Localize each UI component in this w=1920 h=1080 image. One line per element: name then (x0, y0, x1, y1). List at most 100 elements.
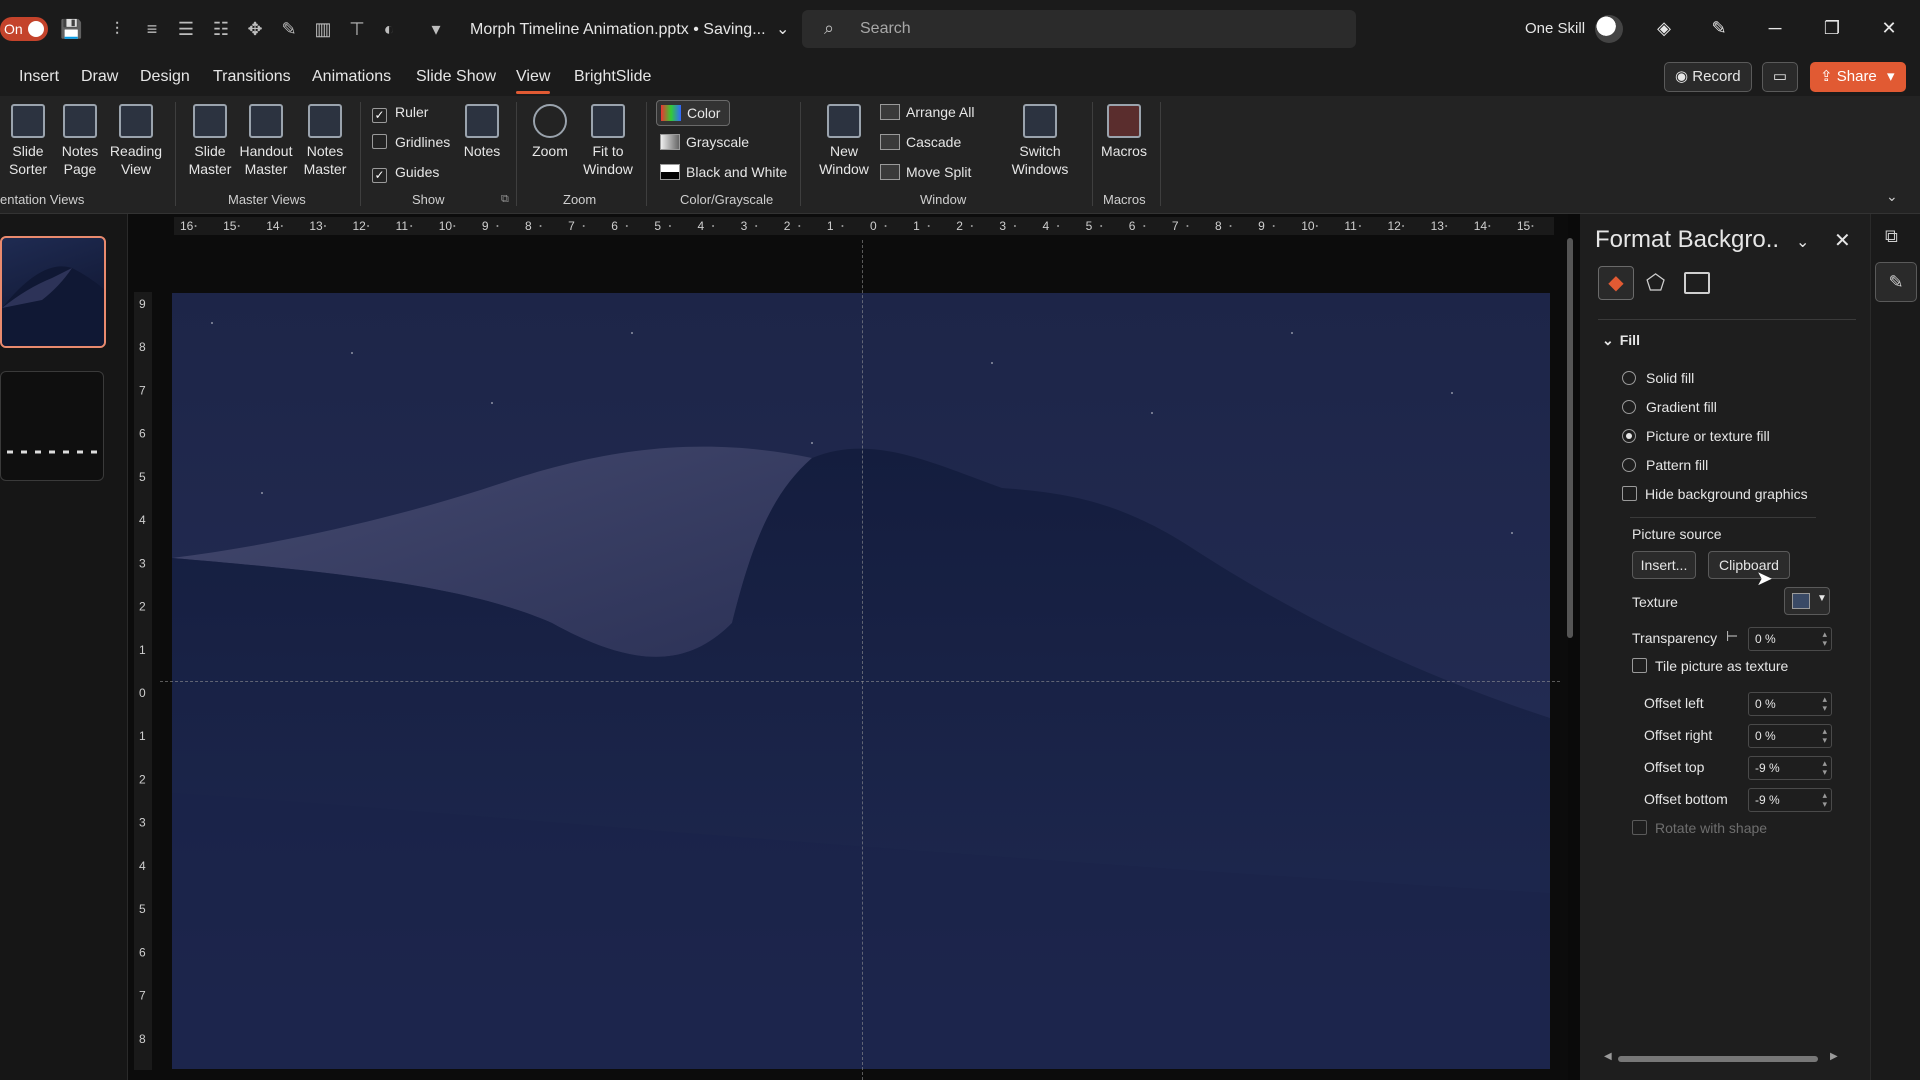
hide-background-graphics-checkbox[interactable]: Hide background graphics (1622, 486, 1808, 502)
customize-qat-icon[interactable]: ▾ (425, 18, 447, 40)
pane-options-chevron-icon[interactable]: ⌄ (1796, 232, 1809, 252)
dialog-launcher-icon[interactable]: ⧉ (501, 193, 509, 206)
offset-left-input[interactable]: 0 % ▴ ▾ (1748, 692, 1832, 716)
share-button[interactable]: ⇪ Share ▾ (1810, 62, 1906, 92)
effects-pentagon-icon[interactable]: ⬠ (1646, 270, 1665, 296)
cascade-button[interactable]: Cascade (880, 134, 961, 150)
restore-button[interactable]: ❐ (1820, 16, 1844, 40)
avatar[interactable] (1595, 15, 1623, 43)
tab-design[interactable]: Design (140, 68, 190, 86)
scroll-right-icon[interactable]: ▶ (1830, 1051, 1838, 1062)
ruler-tick-label: 11 (1344, 219, 1357, 233)
fit-to-window-button[interactable]: Fit to Window (580, 104, 636, 178)
vertical-guide[interactable] (862, 240, 863, 1080)
move-split-button[interactable]: Move Split (880, 164, 971, 180)
tab-view[interactable]: View (516, 68, 551, 94)
picture-texture-fill-radio[interactable]: Picture or texture fill (1622, 428, 1770, 444)
gridlines-checkbox[interactable]: Gridlines (372, 134, 450, 150)
minimize-button[interactable]: ─ (1763, 16, 1787, 40)
color-button[interactable]: Color (656, 100, 730, 126)
tab-slide-show[interactable]: Slide Show (416, 68, 496, 86)
guides-checkbox[interactable]: ✓ Guides (372, 164, 439, 183)
spinner-arrows-icon[interactable]: ▴ ▾ (1822, 630, 1827, 648)
offset-right-input[interactable]: 0 % ▴ ▾ (1748, 724, 1832, 748)
transparency-input[interactable]: 0 % ▴ ▾ (1748, 627, 1832, 651)
offset-bottom-input[interactable]: -9 % ▴ ▾ (1748, 788, 1832, 812)
shapes-icon[interactable]: ◐ (378, 18, 400, 40)
tile-picture-checkbox[interactable]: Tile picture as texture (1632, 658, 1788, 674)
scrollbar-thumb[interactable] (1618, 1056, 1818, 1062)
spinner-arrows-icon[interactable]: ▴ ▾ (1822, 695, 1827, 713)
autosave-toggle[interactable]: On (0, 17, 48, 41)
pen-icon[interactable]: ✎ (1707, 16, 1731, 40)
notes-button[interactable]: Notes (458, 104, 506, 160)
distribute-icon[interactable]: ⊤ (346, 18, 368, 40)
texture-picker[interactable]: ▼ (1784, 587, 1830, 615)
record-button[interactable]: ◉ Record (1664, 62, 1752, 92)
spinner-arrows-icon[interactable]: ▴ ▾ (1822, 791, 1827, 809)
insert-picture-button[interactable]: Insert... (1632, 551, 1696, 579)
rotate-with-shape-checkbox[interactable]: Rotate with shape (1632, 820, 1767, 836)
chart-icon[interactable]: ▥ (312, 18, 334, 40)
gradient-fill-radio[interactable]: Gradient fill (1622, 399, 1717, 415)
solid-fill-radio[interactable]: Solid fill (1622, 370, 1694, 386)
scrollbar-thumb[interactable] (1567, 238, 1573, 638)
fill-section-header[interactable]: ⌄ Fill (1602, 332, 1640, 349)
grayscale-button[interactable]: Grayscale (660, 134, 749, 150)
spinner-arrows-icon[interactable]: ▴ ▾ (1822, 759, 1827, 777)
align-middle-icon[interactable]: ☷ (210, 18, 232, 40)
transparency-value: 0 % (1755, 632, 1776, 646)
macros-button[interactable]: Macros (1098, 104, 1150, 160)
close-pane-button[interactable]: ✕ (1834, 228, 1851, 253)
comments-button[interactable]: ▭ (1762, 62, 1798, 92)
ruler-checkbox[interactable]: ✓ Ruler (372, 104, 428, 123)
align-top-icon[interactable]: ☰ (175, 18, 197, 40)
designer-icon[interactable]: ⧉ (1885, 226, 1898, 247)
move-icon[interactable]: ✥ (244, 18, 266, 40)
search-box[interactable]: ⌕ Search (802, 10, 1356, 48)
document-title[interactable]: Morph Timeline Animation.pptx • Saving..… (470, 19, 789, 39)
draw-icon[interactable]: ✎ (278, 18, 300, 40)
notes-master-button[interactable]: Notes Master (298, 104, 352, 178)
align-left-icon[interactable]: ⫶ (106, 18, 128, 40)
tab-insert[interactable]: Insert (19, 68, 59, 86)
fill-tab-icon[interactable]: ◆ (1598, 266, 1634, 300)
close-button[interactable]: ✕ (1877, 16, 1901, 40)
notes-page-button[interactable]: Notes Page (56, 104, 104, 178)
spinner-arrows-icon[interactable]: ▴ ▾ (1822, 727, 1827, 745)
user-name[interactable]: One Skill (1525, 20, 1585, 37)
transparency-slider[interactable]: ⊢ (1726, 628, 1738, 645)
format-pane-icon[interactable]: ✎ (1875, 262, 1917, 302)
tab-animations[interactable]: Animations (312, 68, 391, 86)
tab-brightslide[interactable]: BrightSlide (574, 68, 651, 86)
save-icon[interactable]: 💾 (60, 18, 82, 40)
arrange-all-button[interactable]: Arrange All (880, 104, 974, 120)
scroll-left-icon[interactable]: ◀ (1604, 1051, 1612, 1062)
horizontal-scrollbar[interactable]: ◀ ▶ (1604, 1051, 1844, 1064)
offset-top-input[interactable]: -9 % ▴ ▾ (1748, 756, 1832, 780)
ribbon-collapse-icon[interactable]: ⌄ (1886, 188, 1898, 205)
picture-tab-icon[interactable] (1684, 272, 1710, 294)
pattern-fill-radio[interactable]: Pattern fill (1622, 457, 1708, 473)
slide-thumbnail-2[interactable] (0, 371, 104, 481)
handout-master-button[interactable]: Handout Master (238, 104, 294, 178)
notes-icon (465, 104, 499, 138)
slide-sorter-button[interactable]: Slide Sorter (4, 104, 52, 178)
slide-master-button[interactable]: Slide Master (184, 104, 236, 178)
switch-windows-button[interactable]: Switch Windows (996, 104, 1084, 178)
divider (646, 102, 647, 206)
zoom-button[interactable]: Zoom (526, 104, 574, 160)
slide-thumbnail-1[interactable] (0, 236, 106, 348)
ruler-minor-tick (280, 225, 283, 227)
new-window-button[interactable]: New Window (816, 104, 872, 178)
tab-draw[interactable]: Draw (81, 68, 118, 86)
reading-view-button[interactable]: Reading View (108, 104, 164, 178)
premium-diamond-icon[interactable]: ◈ (1652, 16, 1676, 40)
horizontal-guide[interactable] (160, 681, 1560, 682)
group-label-show: Show (412, 192, 445, 207)
vertical-scrollbar[interactable] (1565, 226, 1575, 1076)
tab-transitions[interactable]: Transitions (213, 68, 291, 86)
clipboard-button[interactable]: Clipboard (1708, 551, 1790, 579)
align-center-icon[interactable]: ≡ (141, 18, 163, 40)
black-and-white-button[interactable]: Black and White (660, 164, 787, 180)
